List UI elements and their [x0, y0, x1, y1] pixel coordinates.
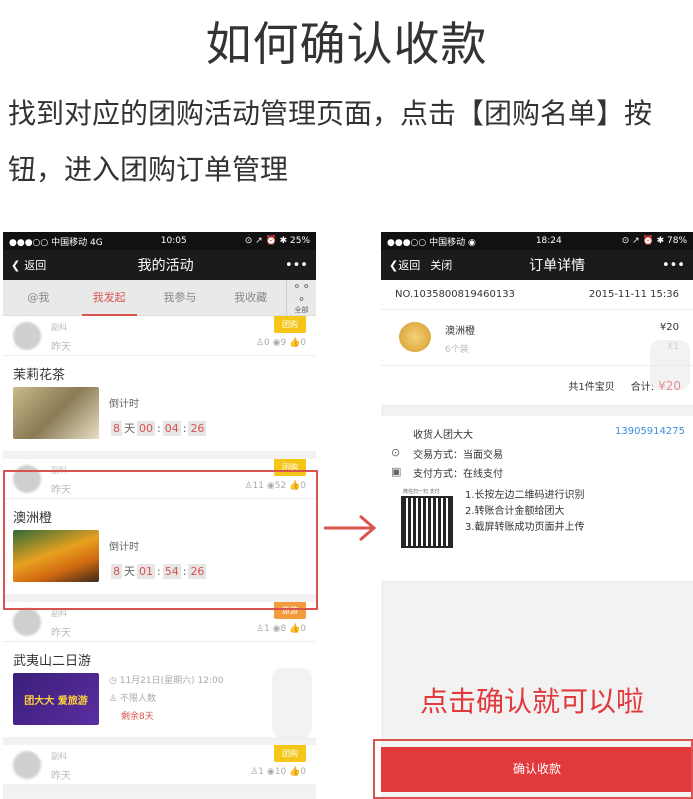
item-spec: 6个装: [445, 345, 469, 355]
item-name: 澳洲橙: [445, 326, 475, 337]
intro-text: 找到对应的团购活动管理页面，点击【团购名单】按钮，进入团购订单管理: [8, 97, 653, 186]
carrier-text: ●●●○○ 中国移动 ◉: [387, 237, 476, 248]
event-time: ◷ 11月21日(星期六) 12:00: [109, 673, 223, 686]
participant-limit: ♙ 不限人数: [109, 691, 223, 704]
nav-title: 我的活动: [137, 258, 194, 274]
floating-button[interactable]: [272, 668, 312, 738]
activity-name: 武夷山二日游: [13, 654, 92, 669]
activity-card[interactable]: 副科 昨天 团购 ♙1 ◉10 👍0: [3, 745, 316, 785]
all-label: 全部: [294, 306, 309, 314]
stats-row: ♙1 ◉10 👍0: [250, 767, 306, 777]
travel-thumb-text: 团大大 爱旅游: [24, 695, 88, 707]
close-button[interactable]: 关闭: [430, 257, 452, 273]
stats-row: ♙0 ◉9 👍0: [255, 338, 306, 348]
clock-text: 10:05: [160, 236, 187, 246]
post-date: 昨天: [51, 771, 71, 782]
days-value: 8: [111, 421, 122, 436]
delivery-section: 收货人团大大 13905914275 ⊙ 交易方式：当面交易 ▣ 支付方式：在线…: [381, 416, 693, 582]
all-filter-button[interactable]: ⚬⚬ ⚬ 全部: [286, 280, 316, 315]
nav-bar: ❮返回 关闭 订单详情 •••: [381, 250, 693, 280]
avatar: [13, 322, 41, 350]
nav-title: 订单详情: [529, 258, 586, 274]
activity-card[interactable]: 副科 昨天 旅游 ♙1 ◉8 👍0 武夷山二日游 团大大 爱旅游 ◷ 11月21…: [3, 602, 316, 737]
post-date: 昨天: [51, 342, 71, 353]
step-3: 3.截屏转账成功页面并上传: [465, 522, 585, 533]
trade-method: 交易方式：当面交易: [413, 450, 503, 461]
step-2: 2.转账合计金额给团大: [465, 506, 565, 517]
floating-button[interactable]: [650, 340, 690, 390]
page-title: 如何确认收款: [205, 17, 488, 71]
hint-text: 点击确认就可以啦: [420, 685, 645, 718]
seconds-value: 26: [188, 421, 207, 436]
qr-caption: 微信扫一扫 支付: [403, 489, 440, 495]
clock-text: 18:24: [535, 236, 562, 246]
stats-row: ♙1 ◉8 👍0: [255, 624, 306, 634]
activity-card[interactable]: 副科 昨天 团购 ♙0 ◉9 👍0 茉莉花茶 倒计时 8 天 00:04:26: [3, 316, 316, 451]
nav-bar: ❮ 返回 我的活动 •••: [3, 250, 316, 280]
wallet-icon: ▣: [391, 465, 402, 478]
tab-bar: @我 我发起 我参与 我收藏 ⚬⚬ ⚬ 全部: [3, 280, 316, 316]
highlight-frame: [373, 739, 693, 799]
user-name: 副科: [51, 323, 67, 332]
limit-text: 不限人数: [119, 694, 156, 704]
back-label: 返回: [398, 259, 421, 272]
people-icon: ♙: [109, 694, 120, 704]
day-unit: 天: [124, 422, 135, 435]
battery-text: ⊙ ↗ ⏰ ✱ 25%: [244, 236, 310, 246]
status-bar: ●●●○○ 中国移动 ◉ 18:24 ⊙ ↗ ⏰ ✱ 78%: [381, 232, 693, 250]
hours-value: 00: [137, 421, 155, 436]
minutes-value: 04: [162, 421, 181, 436]
total-count: 共1件宝贝: [568, 382, 615, 393]
countdown-timer: 8 天 00:04:26: [111, 421, 207, 436]
back-label: 返回: [24, 259, 47, 272]
carrier-text: ●●●○○ 中国移动 4G: [9, 237, 103, 248]
circles-icon: ⚬⚬ ⚬: [292, 280, 311, 306]
product-image: [399, 322, 431, 352]
tab-favorites[interactable]: 我收藏: [215, 280, 286, 316]
event-time-text: 11月21日(星期六) 12:00: [119, 676, 224, 686]
order-date: 2015-11-11 15:36: [588, 289, 679, 300]
order-number: NO.1035800819460133: [395, 289, 515, 300]
type-badge: 团购: [274, 316, 306, 333]
more-button[interactable]: •••: [662, 258, 685, 273]
remaining-days: 剩余8天: [121, 712, 154, 722]
tab-joined[interactable]: 我参与: [145, 280, 216, 316]
clock-icon: ◷: [109, 676, 120, 686]
qr-code-icon[interactable]: [401, 496, 453, 548]
order-header: NO.1035800819460133 2015-11-11 15:36: [381, 280, 693, 310]
chevron-left-icon: ❮: [11, 258, 21, 272]
step-1: 1.长按左边二维码进行识别: [465, 490, 585, 501]
avatar: [13, 608, 41, 636]
type-badge: 团购: [274, 745, 306, 762]
user-name: 副科: [51, 752, 67, 761]
receiver-phone[interactable]: 13905914275: [615, 426, 685, 437]
chevron-left-icon: ❮: [389, 259, 399, 272]
tab-mentions[interactable]: @我: [3, 280, 74, 316]
countdown-label: 倒计时: [109, 399, 139, 410]
tab-initiated[interactable]: 我发起: [74, 280, 145, 316]
order-item: 澳洲橙 6个装 ¥20 X1: [381, 310, 693, 366]
status-bar: ●●●○○ 中国移动 4G 10:05 ⊙ ↗ ⏰ ✱ 25%: [3, 232, 316, 250]
post-date: 昨天: [51, 628, 71, 639]
item-price: ¥20: [659, 322, 679, 333]
payment-steps: 1.长按左边二维码进行识别 2.转账合计金额给团大 3.截屏转账成功页面并上传: [465, 488, 585, 536]
receiver-label: 收货人团大大: [413, 430, 473, 441]
activity-name: 茉莉花茶: [13, 368, 66, 383]
pay-method: 支付方式：在线支付: [413, 469, 503, 480]
battery-text: ⊙ ↗ ⏰ ✱ 78%: [621, 236, 687, 246]
highlight-frame: [3, 470, 318, 610]
arrow-right-icon: [324, 514, 377, 542]
avatar: [13, 751, 41, 779]
back-button[interactable]: ❮返回: [389, 257, 420, 273]
travel-thumbnail: 团大大 爱旅游: [13, 673, 99, 725]
back-button[interactable]: ❮返回: [11, 257, 46, 273]
more-button[interactable]: •••: [285, 258, 308, 273]
order-total: 共1件宝贝 合计: ¥20: [381, 366, 693, 406]
location-icon: ⊙: [391, 446, 401, 459]
tea-thumbnail: [13, 387, 99, 439]
